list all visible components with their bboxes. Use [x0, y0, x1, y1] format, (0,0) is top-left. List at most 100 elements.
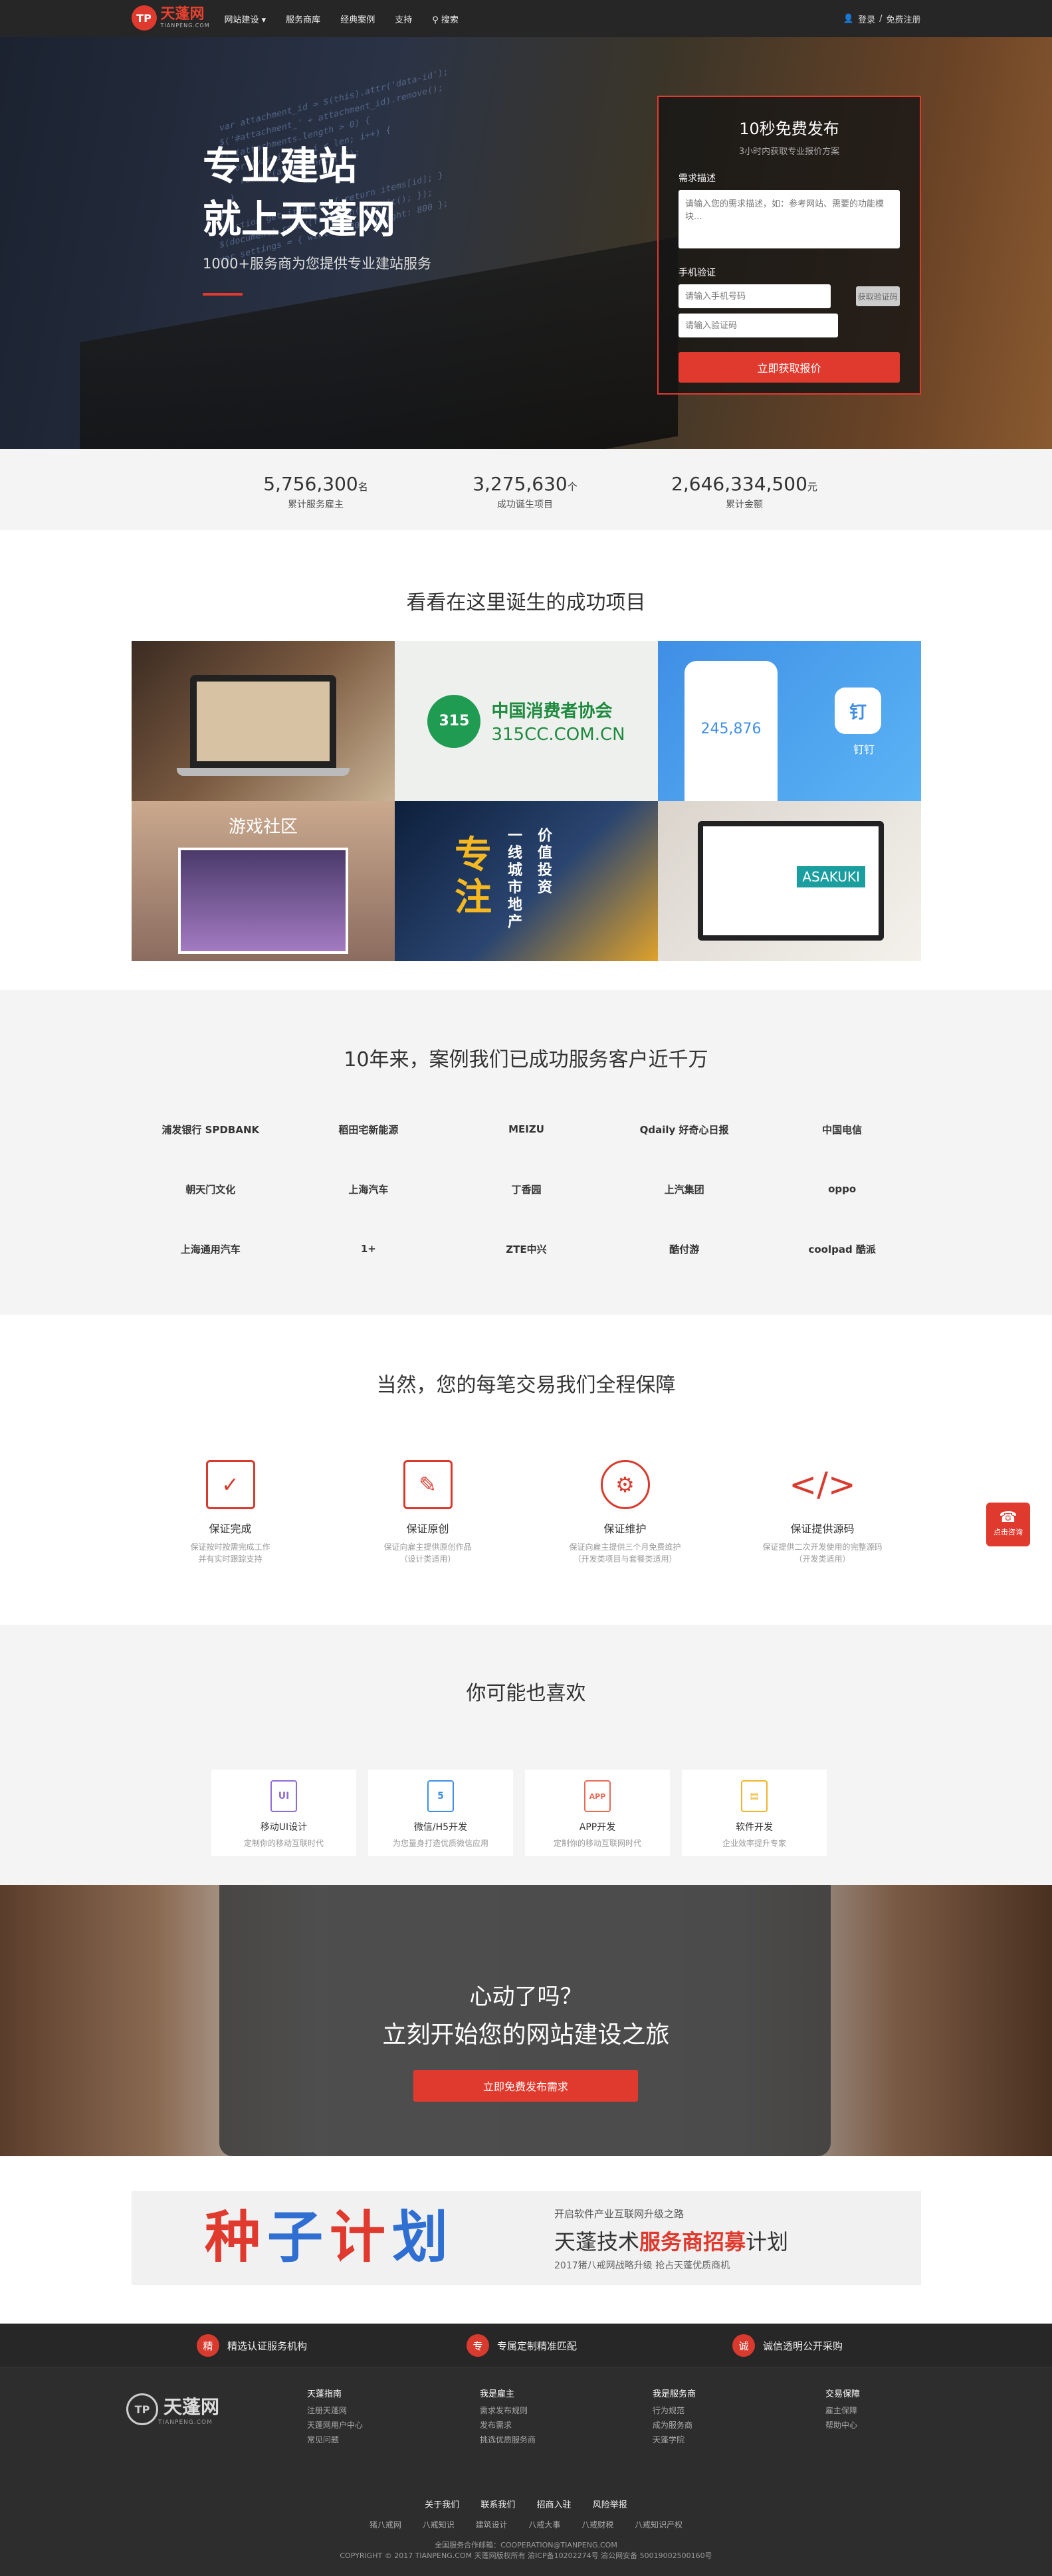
asakuki-label: ASAKUKI — [797, 866, 865, 887]
footer-link[interactable]: 雇主保障 — [825, 2403, 860, 2418]
focus-text: 专注 — [455, 834, 492, 919]
stat-unit: 个 — [567, 481, 578, 493]
phone-label: 手机验证 — [679, 268, 716, 278]
client-logo: 上汽集团 — [664, 1183, 704, 1196]
hero-accent-line — [203, 293, 243, 296]
client-logo: oppo — [828, 1183, 857, 1195]
seed-plan-banner[interactable]: 种子计划 开启软件产业互联网升级之路 天蓬技术服务商招募计划 2017猪八戒网战… — [132, 2191, 921, 2285]
footer-about-link[interactable]: 关于我们 — [425, 2500, 459, 2510]
partner-link[interactable]: 猪八戒网 — [369, 2520, 401, 2530]
link-separator: / — [879, 13, 883, 24]
case-laptop[interactable] — [132, 641, 395, 801]
client-logo: 上海通用汽车 — [180, 1243, 241, 1255]
recommend-h5[interactable]: 5 微信/H5开发 为您量身打造优质微信应用 — [368, 1770, 513, 1856]
footer-logo-domain: TIANPENG.COM — [158, 2419, 213, 2426]
main-menu: 网站建设 ▾ 服务商库 经典案例 支持 ⚲ 搜索 — [225, 0, 478, 37]
site-logo[interactable]: TP 天蓬网 TIANPENG.COM — [131, 5, 210, 31]
case-real-estate[interactable]: 专注 一线城市地产 价值投资 — [395, 801, 658, 961]
copyright-text: COPYRIGHT © 2017 TIANPENG.COM 天蓬网版权所有 渝I… — [340, 2551, 712, 2560]
footer-col-heading: 我是服务商 — [653, 2389, 696, 2399]
footer-col-guide: 天蓬指南 注册天蓬网 天蓬网用户中心 常见问题 — [307, 2387, 363, 2447]
partner-link[interactable]: 八戒大事 — [528, 2520, 560, 2530]
partner-link[interactable]: 八戒财税 — [581, 2520, 613, 2530]
footer-report-link[interactable]: 风险举报 — [593, 2500, 627, 2510]
app-icon: APP — [584, 1780, 611, 1812]
consult-label: 点击咨询 — [994, 1528, 1023, 1536]
stat-label: 成功诞生项目 — [497, 500, 553, 510]
phone-number-display: 245,876 — [700, 721, 762, 737]
register-link[interactable]: 免费注册 — [886, 13, 920, 25]
client-logo: Qdaily 好奇心日报 — [639, 1123, 729, 1136]
footer-link[interactable]: 注册天蓬网 — [307, 2403, 363, 2418]
client-logo: 浦发银行 SPDBANK — [161, 1123, 260, 1136]
pencil-icon: ✎ — [403, 1460, 453, 1509]
stat-value: 2,646,334,500 — [671, 473, 807, 495]
code-icon: </> — [789, 1465, 856, 1504]
clients-title: 10年来，案例我们已成功服务客户近千万 — [344, 1048, 708, 1071]
nav-support[interactable]: 支持 — [395, 13, 412, 25]
guarantee-list: ✓ 保证完成 保证按时按需完成工作 并有实时跟踪支持 ✎ 保证原创 保证向雇主提供… — [132, 1460, 921, 1565]
nav-provider-library[interactable]: 服务商库 — [286, 13, 320, 25]
login-link[interactable]: 登录 — [858, 13, 875, 25]
footer-link[interactable]: 帮助中心 — [825, 2418, 860, 2433]
recommend-ui-design[interactable]: UI 移动UI设计 定制你的移动互联时代 — [211, 1770, 356, 1856]
hero-banner: var attachment_id = $(this).attr('data-i… — [0, 37, 1052, 449]
footer-link[interactable]: 成为服务商 — [653, 2418, 696, 2433]
guarantee-complete: ✓ 保证完成 保证按时按需完成工作 并有实时跟踪支持 — [132, 1460, 329, 1565]
guarantee-desc: 保证按时按需完成工作 — [190, 1542, 270, 1552]
phone-mockup: 245,876 — [684, 661, 778, 801]
footer-link[interactable]: 常见问题 — [307, 2433, 363, 2447]
nav-website-build[interactable]: 网站建设 ▾ — [225, 13, 266, 25]
guarantee-maintain: ⚙ 保证维护 保证向雇主提供三个月免费维护 （开发类项目与套餐类适用） — [526, 1460, 724, 1565]
contact-email: 全国服务合作邮箱：COOPERATION@TIANPENG.COM — [435, 2541, 617, 2549]
checklist-icon: ✓ — [205, 1460, 255, 1509]
client-logo: 丁香园 — [511, 1183, 542, 1196]
nav-classic-cases[interactable]: 经典案例 — [340, 13, 375, 25]
footer-col-heading: 我是雇主 — [480, 2389, 515, 2399]
footer-link[interactable]: 发布需求 — [480, 2418, 536, 2433]
partner-link[interactable]: 八戒知识产权 — [635, 2520, 683, 2530]
partner-link[interactable]: 建筑设计 — [476, 2520, 508, 2530]
recommend-app[interactable]: APP APP开发 定制你的移动互联网时代 — [525, 1770, 670, 1856]
case-asakuki[interactable]: ASAKUKI — [658, 801, 921, 961]
get-quote-button[interactable]: 立即获取报价 — [679, 352, 900, 383]
value-invest-text: 价值投资 — [538, 828, 553, 896]
case-gallery: 315 中国消费者协会 315CC.COM.CN 245,876 钉 钉钉 游戏… — [132, 641, 921, 961]
client-logos: 浦发银行 SPDBANK 稻田宅新能源 MEIZU Qdaily 好奇心日报 中… — [132, 1099, 921, 1279]
cca-name: 中国消费者协会 — [491, 701, 613, 721]
client-logo: 上海汽车 — [348, 1183, 389, 1196]
case-dingtalk[interactable]: 245,876 钉 钉钉 — [658, 641, 921, 801]
footer-join-link[interactable]: 招商入驻 — [537, 2500, 572, 2510]
footer-link[interactable]: 天蓬网用户中心 — [307, 2418, 363, 2433]
footer-contact-link[interactable]: 联系我们 — [480, 2500, 515, 2510]
client-logo: 酷付游 — [669, 1243, 700, 1255]
footer-primary-links: 关于我们 联系我们 招商入驻 风险举报 — [0, 2498, 1052, 2510]
feature-label: 诚信透明公开采购 — [763, 2340, 843, 2352]
client-logo: MEIZU — [508, 1123, 544, 1135]
verify-code-input[interactable] — [679, 314, 838, 337]
city-estate-text: 一线城市地产 — [508, 828, 523, 931]
game-community-title: 游戏社区 — [228, 817, 298, 837]
need-description-input[interactable] — [679, 190, 900, 248]
partner-link[interactable]: 八戒知识 — [423, 2520, 455, 2530]
recommend-software[interactable]: ▤ 软件开发 企业效率提升专家 — [682, 1770, 827, 1856]
recommend-desc: 定制你的移动互联时代 — [243, 1839, 324, 1848]
footer-link[interactable]: 需求发布规则 — [480, 2403, 536, 2418]
footer-logo[interactable]: TP 天蓬网 TIANPENG.COM — [126, 2393, 219, 2426]
feature-label: 专属定制精准匹配 — [497, 2340, 578, 2352]
case-game-community[interactable]: 游戏社区 — [132, 801, 395, 961]
case-cca[interactable]: 315 中国消费者协会 315CC.COM.CN — [395, 641, 658, 801]
form-title: 10秒免费发布 — [739, 120, 839, 138]
footer-link[interactable]: 挑选优质服务商 — [480, 2433, 536, 2447]
footer-link[interactable]: 天蓬学院 — [653, 2433, 696, 2447]
footer: 精 精选认证服务机构 专 专属定制精准匹配 诚 诚信透明公开采购 TP 天蓬网 … — [0, 2324, 1052, 2576]
phone-input[interactable] — [679, 284, 831, 308]
seed-char: 划 — [392, 2205, 455, 2270]
copyright: 全国服务合作邮箱：COOPERATION@TIANPENG.COM COPYRI… — [0, 2540, 1052, 2561]
consult-float-button[interactable]: ☎ 点击咨询 — [986, 1503, 1030, 1546]
cta-publish-button[interactable]: 立即免费发布需求 — [413, 2070, 638, 2102]
nav-search[interactable]: ⚲ 搜索 — [432, 13, 459, 25]
footer-link[interactable]: 行为规范 — [653, 2403, 696, 2418]
stat-label: 累计服务雇主 — [288, 500, 344, 510]
get-code-button[interactable]: 获取验证码 — [855, 286, 900, 306]
